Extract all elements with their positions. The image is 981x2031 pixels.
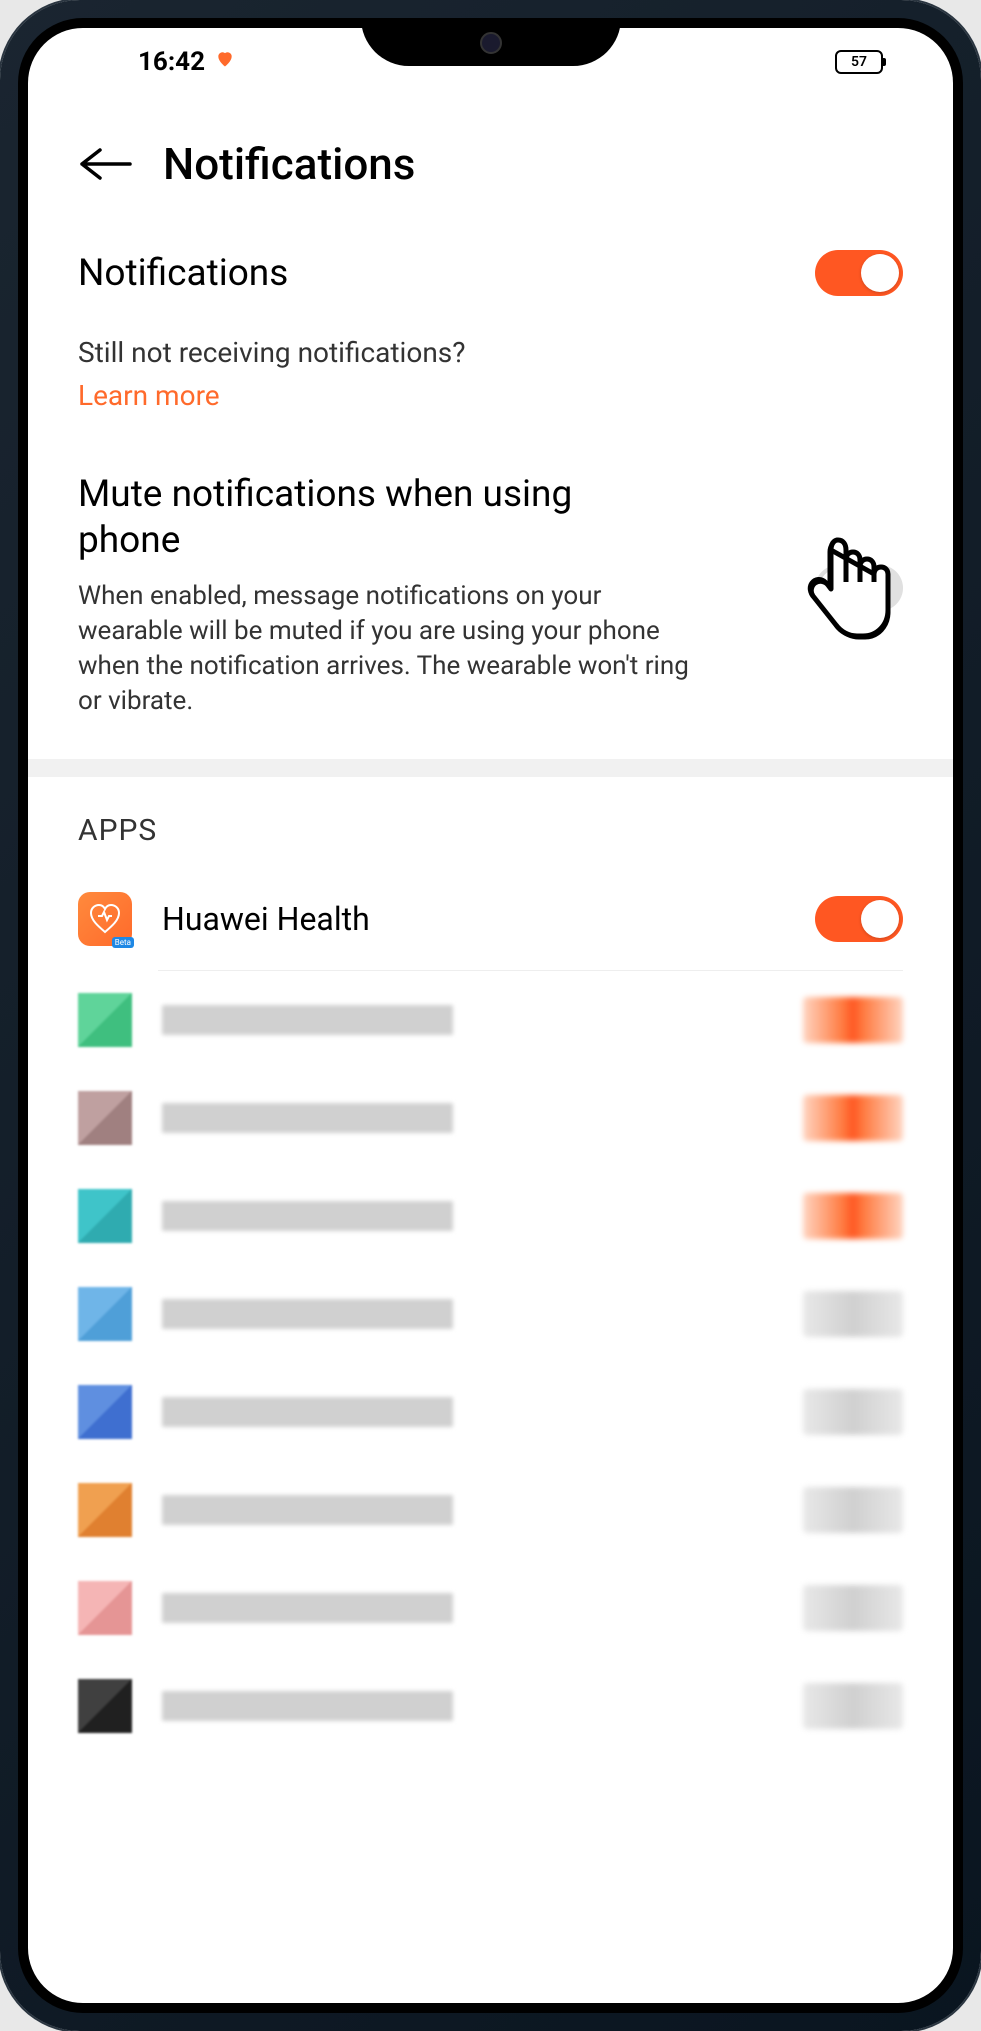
app-row-obscured — [78, 1559, 903, 1657]
app-toggle-obscured[interactable] — [803, 1389, 903, 1435]
status-left: 16:42 — [138, 47, 235, 77]
app-toggle-huawei-health[interactable] — [815, 896, 903, 942]
notifications-toggle[interactable] — [815, 250, 903, 296]
app-toggle-obscured[interactable] — [803, 1291, 903, 1337]
app-icon-obscured — [78, 1287, 132, 1341]
phone-frame: 16:42 57 Notification — [0, 0, 981, 2031]
huawei-health-icon: Beta — [78, 892, 132, 946]
notifications-label: Notifications — [78, 252, 288, 295]
notifications-row: Notifications — [78, 250, 903, 296]
battery-indicator: 57 — [835, 50, 883, 74]
app-name-label: Huawei Health — [162, 900, 785, 938]
app-name-obscured — [162, 1495, 453, 1525]
app-icon-obscured — [78, 1483, 132, 1537]
app-name-obscured — [162, 1397, 453, 1427]
app-name-obscured — [162, 1691, 453, 1721]
mute-title: Mute notifications when using phone — [78, 472, 678, 565]
health-app-icon — [215, 49, 235, 75]
app-icon-obscured — [78, 1679, 132, 1733]
notifications-hint: Still not receiving notifications? — [78, 336, 903, 369]
app-toggle-obscured[interactable] — [803, 1585, 903, 1631]
app-icon-obscured — [78, 1091, 132, 1145]
status-time: 16:42 — [138, 47, 205, 77]
app-row-obscured — [78, 1069, 903, 1167]
beta-badge: Beta — [112, 937, 134, 948]
mute-toggle[interactable] — [815, 565, 903, 611]
app-toggle-obscured[interactable] — [803, 1487, 903, 1533]
page-header: Notifications — [28, 88, 953, 220]
notifications-section: Notifications Still not receiving notifi… — [28, 220, 953, 442]
app-toggle-obscured[interactable] — [803, 1193, 903, 1239]
app-row-huawei-health: Beta Huawei Health — [78, 868, 903, 970]
status-right: 57 — [835, 50, 883, 74]
mute-description: When enabled, message notifications on y… — [78, 579, 698, 719]
app-name-obscured — [162, 1201, 453, 1231]
battery-level: 57 — [851, 54, 867, 70]
app-list: Beta Huawei Health — [28, 868, 953, 1755]
app-name-obscured — [162, 1103, 453, 1133]
app-icon-obscured — [78, 1385, 132, 1439]
app-toggle-obscured[interactable] — [803, 1095, 903, 1141]
phone-bezel: 16:42 57 Notification — [18, 18, 963, 2013]
app-icon-obscured — [78, 1189, 132, 1243]
learn-more-link[interactable]: Learn more — [78, 379, 220, 412]
app-row-obscured — [78, 1461, 903, 1559]
app-name-obscured — [162, 1299, 453, 1329]
app-toggle-obscured[interactable] — [803, 1683, 903, 1729]
app-icon-obscured — [78, 1581, 132, 1635]
app-row-obscured — [78, 1265, 903, 1363]
section-divider — [28, 759, 953, 777]
app-row-obscured — [78, 971, 903, 1069]
app-icon-obscured — [78, 993, 132, 1047]
screen: 16:42 57 Notification — [28, 28, 953, 2003]
apps-header: APPS — [28, 777, 953, 868]
app-toggle-obscured[interactable] — [803, 997, 903, 1043]
page-title: Notifications — [163, 138, 415, 190]
app-row-obscured — [78, 1167, 903, 1265]
display-notch — [361, 18, 621, 66]
app-name-obscured — [162, 1593, 453, 1623]
app-row-obscured — [78, 1657, 903, 1755]
app-name-obscured — [162, 1005, 453, 1035]
mute-section: Mute notifications when using phone When… — [28, 442, 953, 759]
app-row-obscured — [78, 1363, 903, 1461]
back-button[interactable] — [78, 144, 133, 184]
